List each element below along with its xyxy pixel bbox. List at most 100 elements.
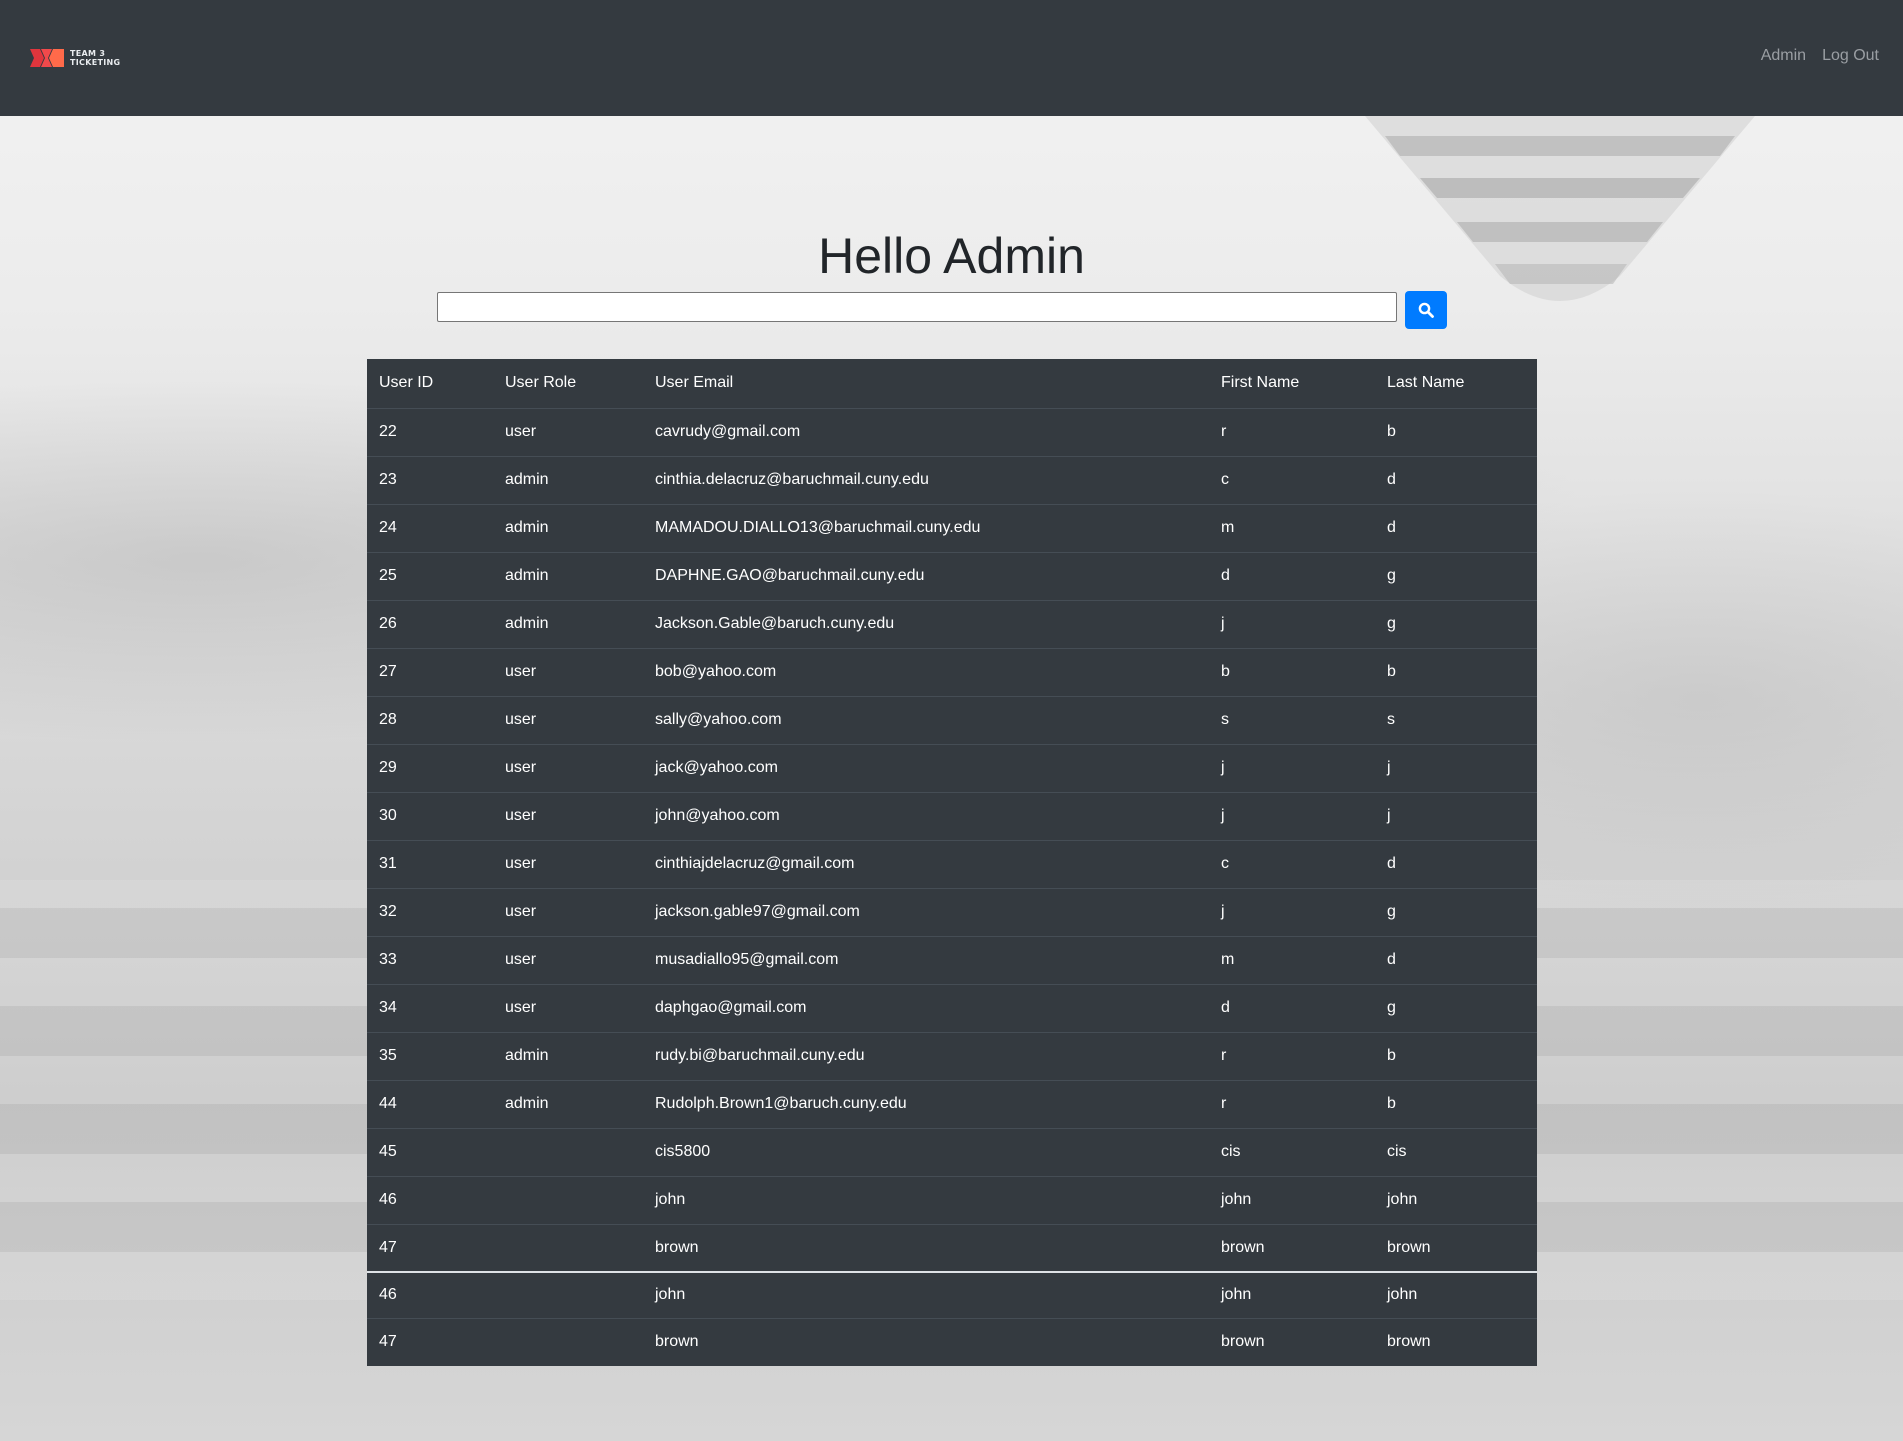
cell-user-email: jack@yahoo.com [643,743,1209,792]
cell-first-name: r [1209,407,1375,456]
cell-user-id: 27 [367,647,493,696]
users-table: User ID User Role User Email First Name … [367,359,1537,1366]
cell-first-name: j [1209,743,1375,792]
cell-last-name: d [1375,935,1537,984]
cell-user-role: admin [493,1031,643,1080]
cell-first-name: cis [1209,1127,1375,1176]
cell-last-name: b [1375,1079,1537,1128]
cell-last-name: brown [1375,1317,1537,1366]
cell-user-role: user [493,791,643,840]
cell-user-id: 23 [367,455,493,504]
cell-user-id: 47 [367,1317,493,1366]
cell-user-email: DAPHNE.GAO@baruchmail.cuny.edu [643,551,1209,600]
cell-user-id: 33 [367,935,493,984]
cell-user-id: 34 [367,983,493,1032]
cell-first-name: m [1209,503,1375,552]
table-row[interactable]: 46 john john john [367,1175,1537,1224]
cell-last-name: d [1375,839,1537,888]
table-row[interactable]: 31 user cinthiajdelacruz@gmail.com c d [367,839,1537,888]
cell-first-name: d [1209,551,1375,600]
cell-last-name: s [1375,695,1537,744]
brand-logo[interactable]: TEAM 3 TICKETING [30,47,120,69]
nav-link-admin[interactable]: Admin [1761,47,1806,65]
table-row[interactable]: 27 user bob@yahoo.com b b [367,647,1537,696]
cell-user-role: user [493,647,643,696]
cell-first-name: d [1209,983,1375,1032]
column-header-user-role[interactable]: User Role [493,359,643,408]
cell-user-id: 25 [367,551,493,600]
table-row[interactable]: 45 cis5800 cis cis [367,1127,1537,1176]
cell-user-id: 44 [367,1079,493,1128]
table-row[interactable]: 29 user jack@yahoo.com j j [367,743,1537,792]
cell-user-email: brown [643,1317,1209,1366]
cell-user-role: admin [493,455,643,504]
table-row[interactable]: 23 admin cinthia.delacruz@baruchmail.cuny.… [367,455,1537,504]
table-row[interactable]: 47 brown brown brown [367,1317,1537,1366]
cell-first-name: b [1209,647,1375,696]
table-row[interactable]: 30 user john@yahoo.com j j [367,791,1537,840]
search-button[interactable] [1405,291,1447,329]
cell-user-email: musadiallo95@gmail.com [643,935,1209,984]
cell-user-role [493,1127,643,1176]
brand-line-1: TEAM 3 [70,49,106,58]
table-row[interactable]: 25 admin DAPHNE.GAO@baruchmail.cuny.edu d g [367,551,1537,600]
table-row[interactable]: 35 admin rudy.bi@baruchmail.cuny.edu r b [367,1031,1537,1080]
cell-last-name: j [1375,791,1537,840]
cell-last-name: john [1375,1175,1537,1224]
table-row[interactable]: 44 admin Rudolph.Brown1@baruch.cuny.edu r b [367,1079,1537,1128]
cell-user-email: sally@yahoo.com [643,695,1209,744]
cell-user-role: admin [493,1079,643,1128]
cell-user-id: 24 [367,503,493,552]
cell-last-name: g [1375,551,1537,600]
cell-first-name: m [1209,935,1375,984]
table-row[interactable]: 32 user jackson.gable97@gmail.com j g [367,887,1537,936]
nav-link-logout[interactable]: Log Out [1822,47,1879,65]
cell-user-email: cinthia.delacruz@baruchmail.cuny.edu [643,455,1209,504]
cell-user-email: MAMADOU.DIALLO13@baruchmail.cuny.edu [643,503,1209,552]
cell-last-name: d [1375,455,1537,504]
cell-last-name: b [1375,647,1537,696]
cell-first-name: j [1209,791,1375,840]
brand-name: TEAM 3 TICKETING [70,49,120,67]
column-header-user-email[interactable]: User Email [643,359,1209,408]
cell-first-name: j [1209,599,1375,648]
cell-user-role: user [493,983,643,1032]
table-body: 22 user cavrudy@gmail.com r b 23 admin cinthia.… [367,407,1537,1272]
table-row[interactable]: 46 john john john [367,1271,1537,1318]
cell-user-id: 46 [367,1271,493,1318]
cell-user-role: user [493,407,643,456]
column-header-user-id[interactable]: User ID [367,359,493,408]
table-row[interactable]: 22 user cavrudy@gmail.com r b [367,407,1537,456]
cell-last-name: d [1375,503,1537,552]
cell-user-role [493,1271,643,1318]
cell-user-email: cis5800 [643,1127,1209,1176]
cell-user-email: rudy.bi@baruchmail.cuny.edu [643,1031,1209,1080]
brand-line-2: TICKETING [70,58,121,67]
table-header-row: User ID User Role User Email First Name … [367,359,1537,408]
cell-last-name: brown [1375,1223,1537,1272]
cell-user-role: user [493,839,643,888]
cell-first-name: r [1209,1031,1375,1080]
table-row[interactable]: 33 user musadiallo95@gmail.com m d [367,935,1537,984]
cell-user-role: user [493,743,643,792]
table-row[interactable]: 34 user daphgao@gmail.com d g [367,983,1537,1032]
column-header-first-name[interactable]: First Name [1209,359,1375,408]
cell-user-id: 31 [367,839,493,888]
cell-user-role: admin [493,551,643,600]
cell-user-id: 28 [367,695,493,744]
cell-user-role: user [493,887,643,936]
table-row[interactable]: 47 brown brown brown [367,1223,1537,1272]
cell-last-name: g [1375,887,1537,936]
cell-user-id: 30 [367,791,493,840]
cell-last-name: g [1375,983,1537,1032]
table-row[interactable]: 28 user sally@yahoo.com s s [367,695,1537,744]
cell-first-name: j [1209,887,1375,936]
cell-user-id: 26 [367,599,493,648]
cell-user-id: 35 [367,1031,493,1080]
cell-user-email: john [643,1175,1209,1224]
cell-last-name: j [1375,743,1537,792]
table-row[interactable]: 26 admin Jackson.Gable@baruch.cuny.edu j g [367,599,1537,648]
table-row[interactable]: 24 admin MAMADOU.DIALLO13@baruchmail.cuny.… [367,503,1537,552]
search-input[interactable] [437,292,1397,322]
column-header-last-name[interactable]: Last Name [1375,359,1537,408]
